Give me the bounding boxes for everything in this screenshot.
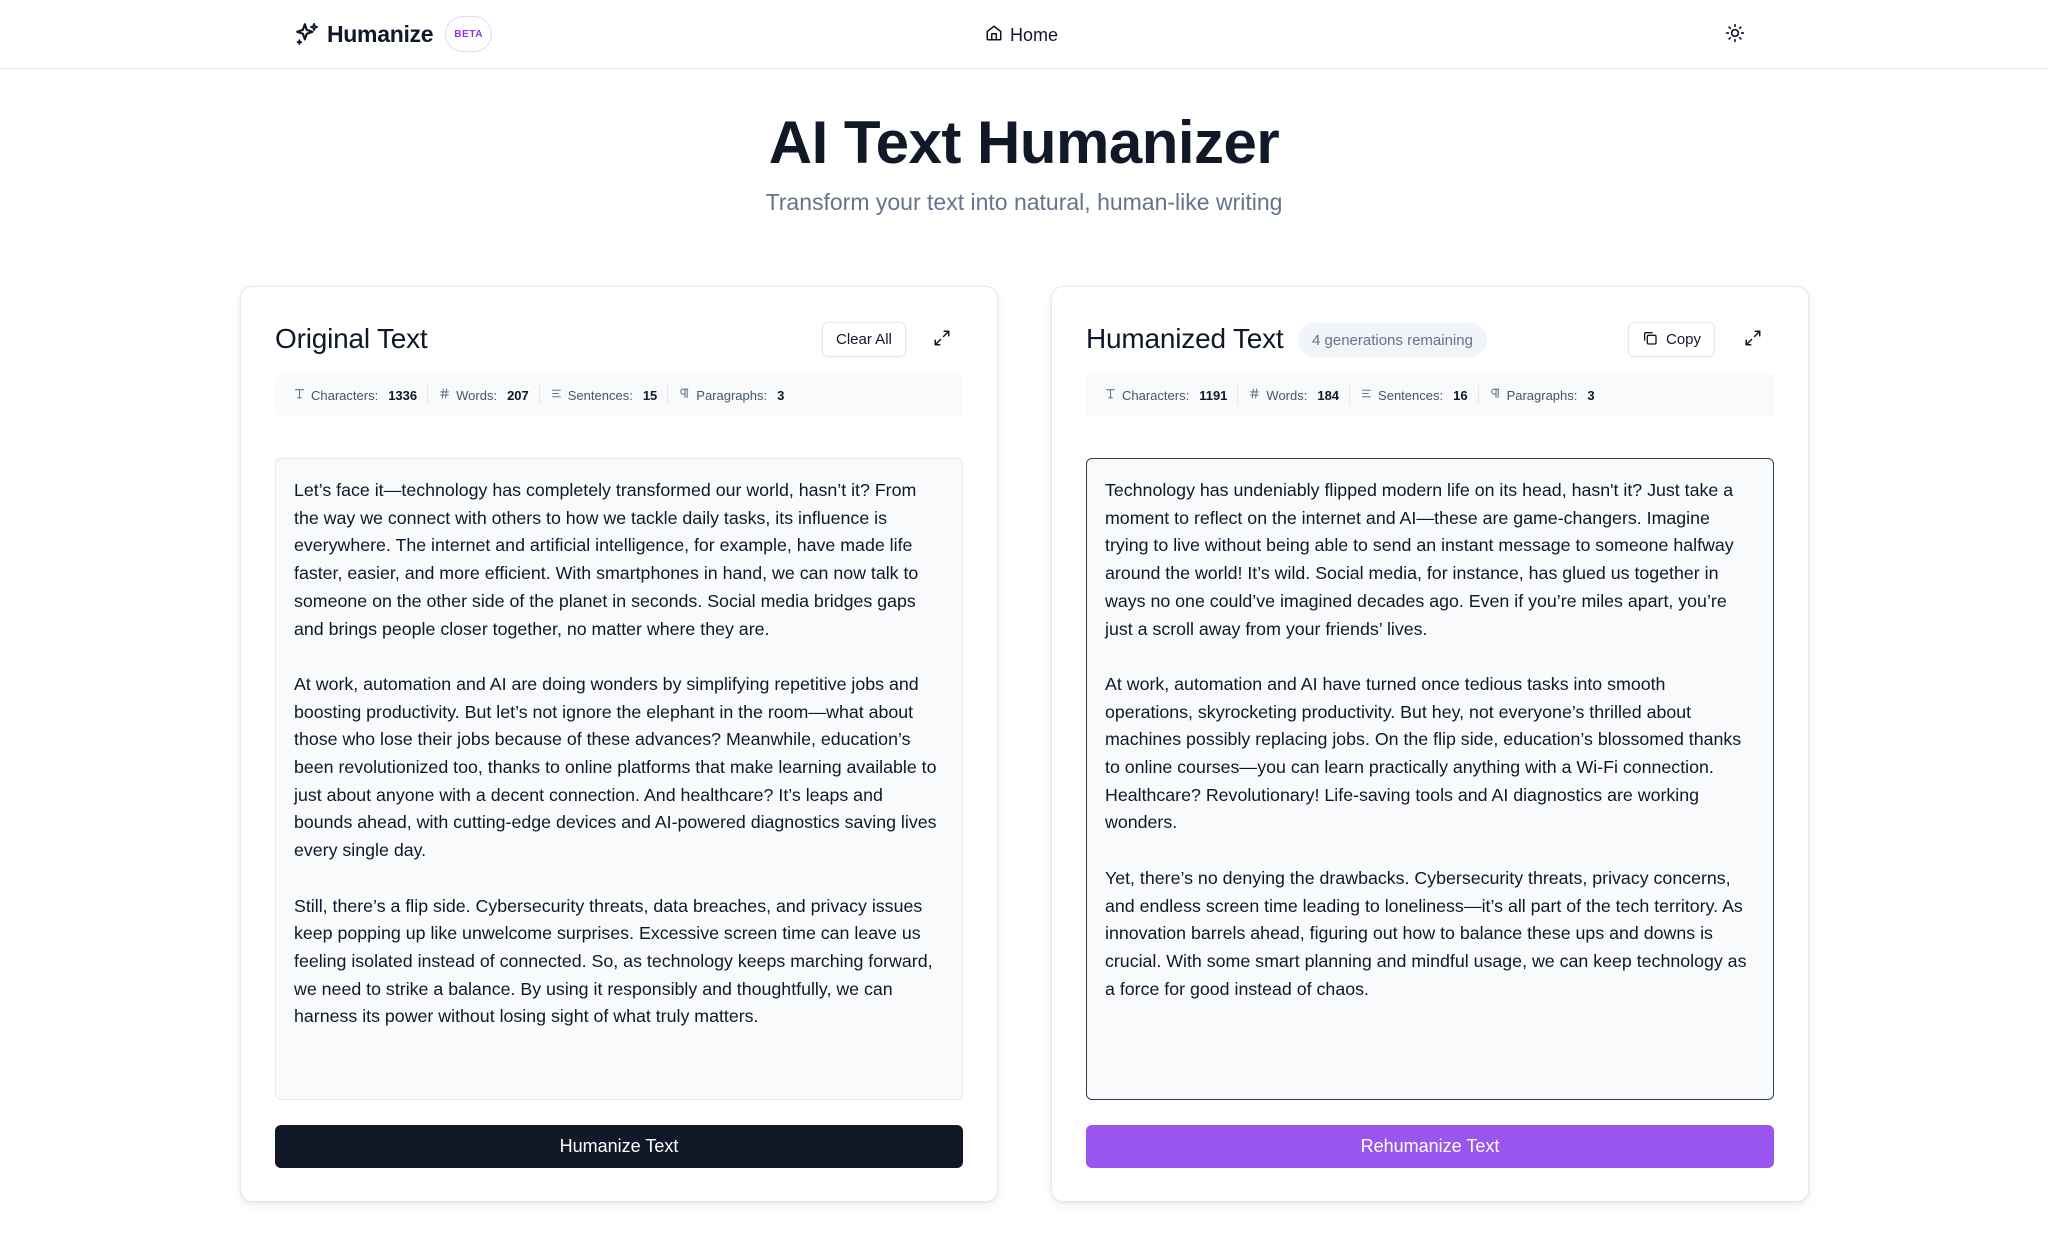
stat-value: 1336 — [388, 387, 418, 403]
stat-words: Words: 184 — [1248, 385, 1351, 405]
nav-home-link[interactable]: Home — [985, 20, 1058, 50]
original-text-card: Original Text Clear All Characters: 1336… — [240, 286, 998, 1202]
humanize-text-button[interactable]: Humanize Text — [275, 1125, 963, 1168]
humanized-text-output[interactable]: Technology has undeniably flipped modern… — [1086, 458, 1774, 1100]
brand[interactable]: Humanize BETA — [293, 15, 493, 53]
original-paragraph: Still, there’s a flip side. Cybersecurit… — [294, 895, 933, 1027]
copy-label: Copy — [1666, 331, 1702, 348]
expand-humanized-button[interactable] — [1736, 323, 1770, 357]
original-paragraph: Let’s face it—technology has completely … — [294, 480, 919, 639]
stat-label: Paragraphs: — [1506, 387, 1578, 403]
nav-home-label: Home — [1010, 24, 1059, 45]
stat-label: Characters: — [1122, 387, 1190, 403]
stat-sentences: Sentences: 16 — [1360, 385, 1479, 405]
stat-value: 207 — [507, 387, 529, 403]
stat-words: Words: 207 — [438, 385, 540, 405]
stat-value: 3 — [777, 387, 785, 403]
stat-label: Sentences: — [1378, 387, 1444, 403]
stat-label: Paragraphs: — [696, 387, 768, 403]
stat-value: 16 — [1453, 387, 1468, 403]
stat-sentences: Sentences: 15 — [550, 385, 669, 405]
sun-icon — [1725, 23, 1745, 48]
stat-characters: Characters: 1191 — [1104, 385, 1239, 405]
stat-value: 184 — [1317, 387, 1340, 403]
humanized-paragraph: Yet, there’s no denying the drawbacks. C… — [1105, 867, 1747, 999]
brand-name: Humanize — [327, 20, 434, 47]
stat-characters: Characters: 1336 — [293, 385, 429, 405]
stat-paragraphs: Paragraphs: 3 — [678, 385, 794, 405]
text-type-icon — [1104, 387, 1117, 403]
stat-label: Characters: — [311, 387, 379, 403]
stat-value: 3 — [1587, 387, 1595, 403]
original-stats-bar: Characters: 1336 Words: 207 Sentences: 1… — [275, 373, 963, 417]
hash-icon — [438, 387, 451, 403]
theme-toggle-button[interactable] — [1719, 19, 1751, 51]
rehumanize-text-button[interactable]: Rehumanize Text — [1086, 1125, 1774, 1168]
original-text-title: Original Text — [275, 323, 428, 354]
align-left-icon — [550, 387, 563, 403]
humanized-text-title: Humanized Text — [1086, 323, 1284, 354]
stat-value: 15 — [642, 387, 658, 403]
expand-icon — [933, 329, 951, 352]
beta-badge: BETA — [445, 16, 493, 52]
sparkles-icon — [293, 20, 321, 48]
stat-label: Words: — [1266, 387, 1308, 403]
align-left-icon — [1360, 387, 1373, 403]
expand-original-button[interactable] — [925, 323, 959, 357]
pilcrow-icon — [678, 387, 691, 403]
stat-label: Sentences: — [567, 387, 633, 403]
hash-icon — [1248, 387, 1261, 403]
humanized-paragraph: At work, automation and AI have turned o… — [1105, 673, 1742, 833]
page-subtitle: Transform your text into natural, human-… — [765, 189, 1283, 215]
text-type-icon — [293, 387, 306, 403]
original-paragraph: At work, automation and AI are doing won… — [294, 673, 937, 861]
original-text-input[interactable]: Let’s face it—technology has completely … — [275, 458, 963, 1100]
pilcrow-icon — [1489, 387, 1502, 403]
humanized-paragraph: Technology has undeniably flipped modern… — [1105, 480, 1734, 639]
top-header: Humanize BETA Home — [0, 0, 2048, 69]
stat-paragraphs: Paragraphs: 3 — [1489, 385, 1605, 405]
stat-label: Words: — [456, 387, 498, 403]
home-icon — [985, 24, 1003, 47]
expand-icon — [1744, 329, 1762, 352]
clear-all-button[interactable]: Clear All — [822, 322, 906, 357]
page-title: AI Text Humanizer — [768, 109, 1280, 176]
stat-value: 1191 — [1199, 387, 1228, 403]
copy-button[interactable]: Copy — [1628, 322, 1716, 357]
humanized-text-card: Humanized Text 4 generations remaining C… — [1051, 286, 1809, 1202]
copy-icon — [1642, 330, 1658, 350]
humanized-stats-bar: Characters: 1191 Words: 184 Sentences: 1… — [1086, 373, 1774, 417]
generations-remaining-badge: 4 generations remaining — [1298, 323, 1487, 357]
